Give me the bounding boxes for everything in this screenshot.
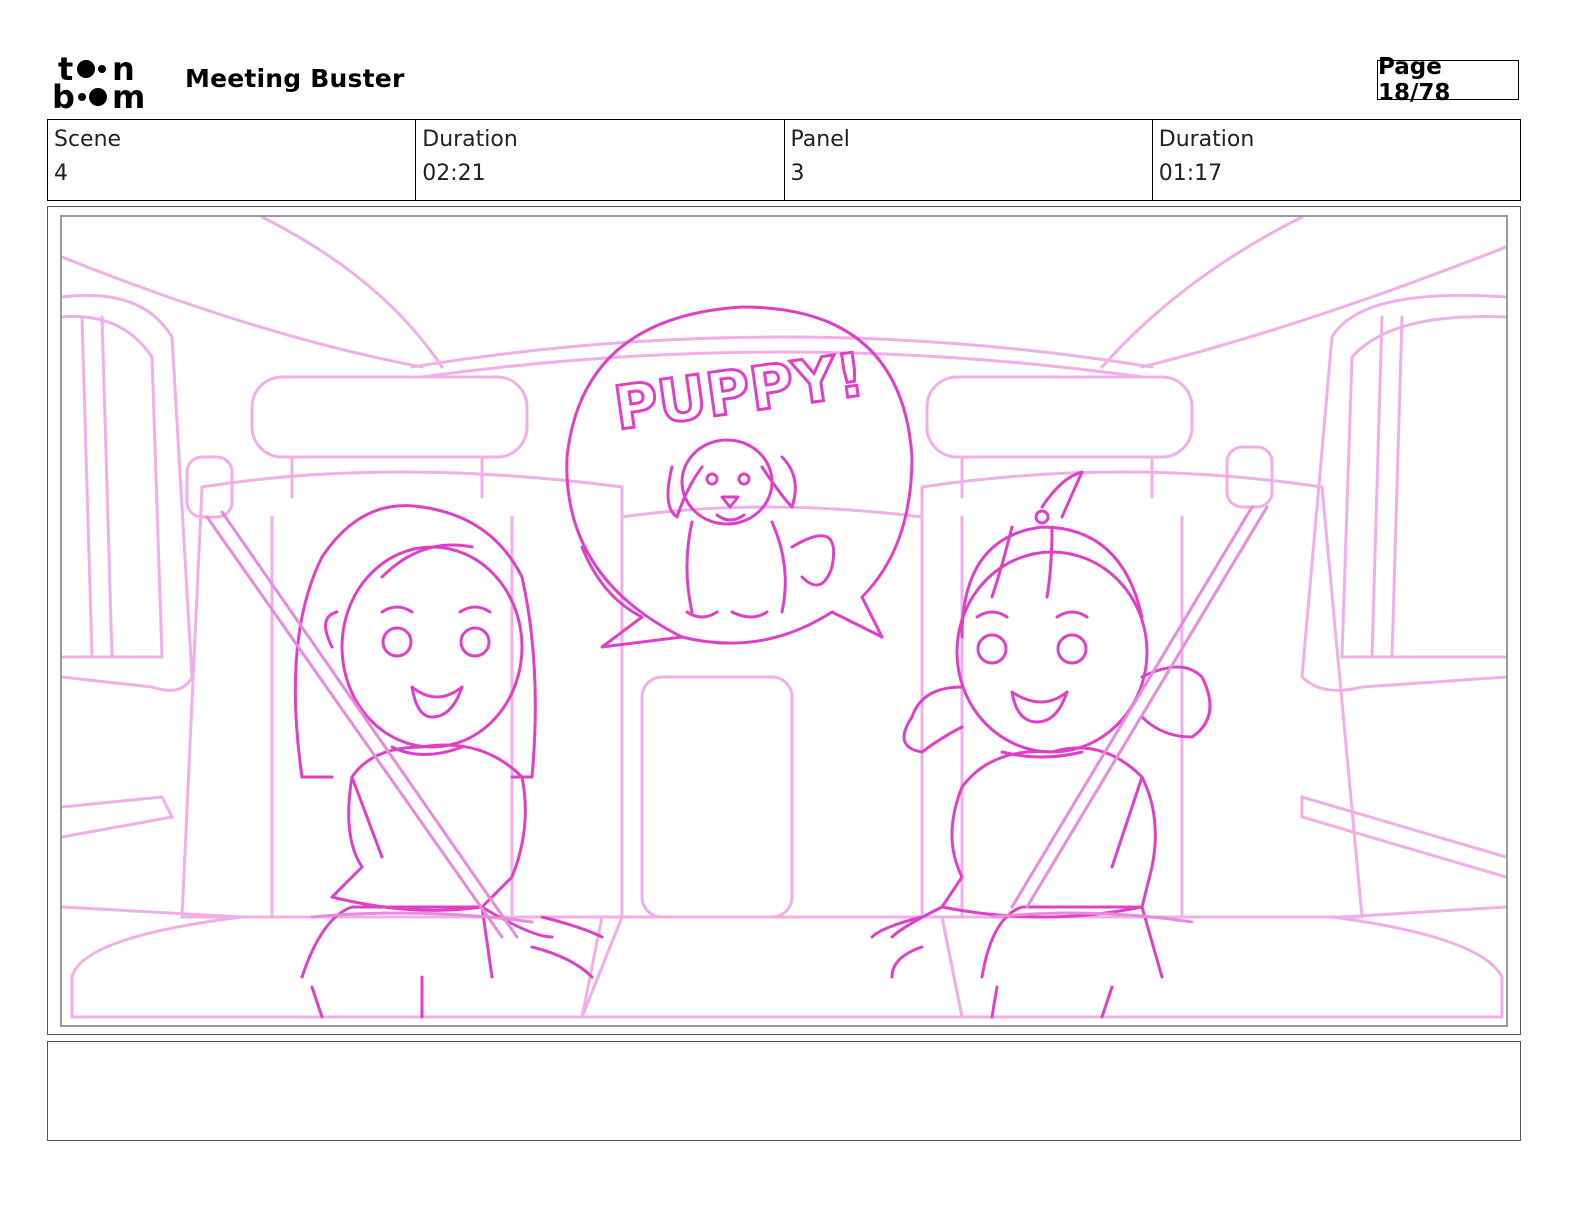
scene-label: Scene	[54, 127, 122, 152]
panel-drawing: PUPPY!	[60, 215, 1508, 1027]
panel-cell: Panel 3	[785, 120, 1153, 200]
scene-duration-value: 02:21	[422, 161, 486, 186]
scene-cell: Scene 4	[48, 120, 417, 200]
storyboard-panel: PUPPY!	[47, 206, 1521, 1035]
panel-duration-cell: Duration 01:17	[1153, 120, 1520, 200]
panel-value: 3	[790, 161, 805, 186]
scene-duration-label: Duration	[422, 127, 518, 152]
scene-value: 4	[54, 161, 68, 186]
panel-notes[interactable]	[47, 1041, 1521, 1141]
scene-duration-cell: Duration 02:21	[416, 120, 785, 200]
panel-duration-label: Duration	[1158, 127, 1255, 152]
toon-boom-logo: t n b m	[52, 50, 164, 116]
svg-text:b: b	[52, 78, 75, 112]
page-number: Page 18/78	[1377, 54, 1519, 106]
svg-text:m: m	[112, 78, 145, 112]
panel-duration-value: 01:17	[1158, 161, 1223, 186]
panel-label: Panel	[790, 127, 850, 152]
project-title: Meeting Buster	[185, 64, 405, 93]
car-interior-sketch: PUPPY!	[62, 217, 1506, 1019]
scene-info-bar: Scene 4 Duration 02:21 Panel 3 Duration …	[47, 119, 1521, 201]
